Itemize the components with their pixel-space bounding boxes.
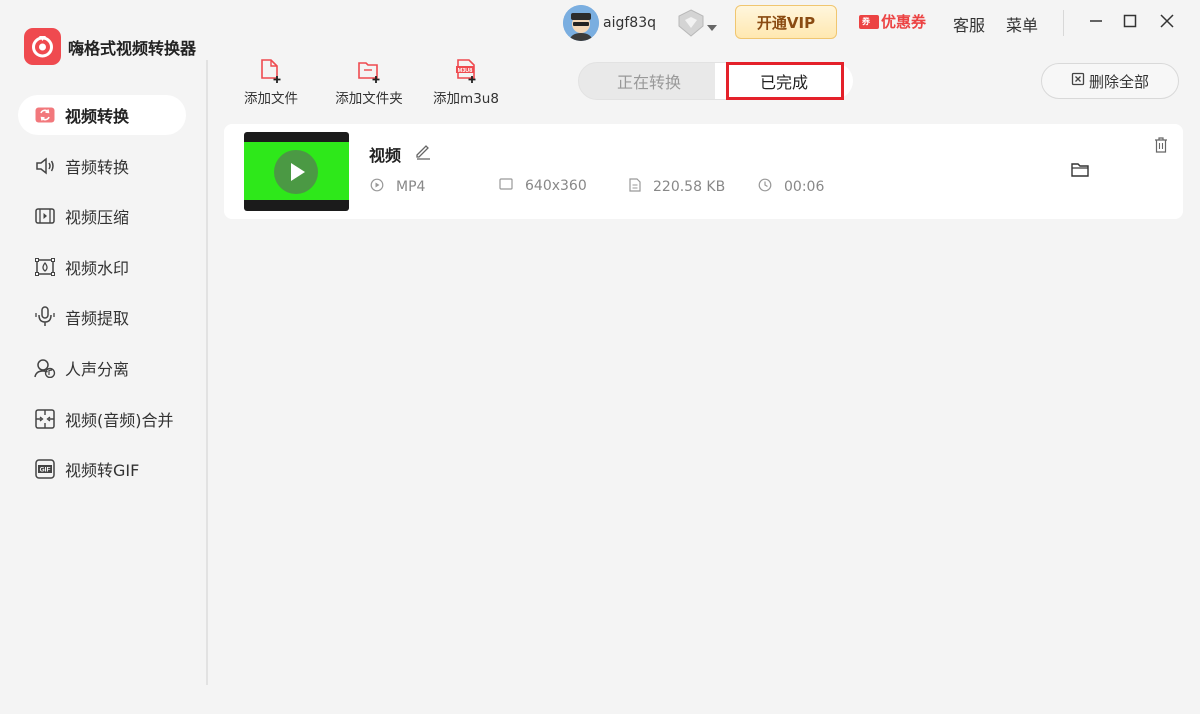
video-compress-icon <box>34 205 56 227</box>
file-size-icon <box>629 178 653 196</box>
add-folder-button[interactable]: 添加文件夹 <box>334 58 404 107</box>
sidebar-item-vocal-separation[interactable]: 人声分离 <box>18 348 186 388</box>
file-size: 220.58 KB <box>653 179 726 195</box>
resolution-icon <box>499 178 525 194</box>
add-file-icon <box>243 58 299 84</box>
delete-all-button[interactable]: 删除全部 <box>1041 63 1179 99</box>
coupon-badge-text: 券 <box>862 16 870 26</box>
open-folder-icon[interactable] <box>1071 162 1089 182</box>
add-m3u8-label: 添加m3u8 <box>433 91 499 107</box>
sidebar: 嗨格式视频转换器 视频转换 音频转换 视频压缩 视频水印 音频提取 人声分离 视… <box>0 0 207 714</box>
file-resolution: 640x360 <box>525 178 587 194</box>
app-logo-icon <box>24 28 61 65</box>
add-m3u8-button[interactable]: M3U8 添加m3u8 <box>432 58 500 107</box>
minimize-button[interactable] <box>1086 12 1106 32</box>
sidebar-divider <box>206 60 208 685</box>
app-window: 嗨格式视频转换器 视频转换 音频转换 视频压缩 视频水印 音频提取 人声分离 视… <box>0 0 1200 714</box>
add-m3u8-icon: M3U8 <box>432 58 500 84</box>
format-meta: MP4 <box>370 178 425 196</box>
sidebar-nav: 视频转换 音频转换 视频压缩 视频水印 音频提取 人声分离 视频(音频)合并 G… <box>18 95 186 500</box>
duration-meta: 00:06 <box>758 178 824 196</box>
sidebar-item-label: 视频转换 <box>65 107 130 126</box>
audio-convert-icon <box>34 155 56 177</box>
open-vip-button[interactable]: 开通VIP <box>735 5 837 39</box>
file-format: MP4 <box>396 179 426 195</box>
clock-icon <box>758 178 784 196</box>
merge-icon <box>34 408 56 430</box>
sidebar-item-label: 音频提取 <box>65 309 130 329</box>
sidebar-item-merge[interactable]: 视频(音频)合并 <box>18 399 186 439</box>
coupon-button[interactable]: 券 优惠券 <box>859 11 926 32</box>
username[interactable]: aigf83q <box>603 15 656 31</box>
format-icon <box>370 178 396 196</box>
sidebar-item-label: 音频转换 <box>65 157 130 177</box>
minimize-icon <box>1089 13 1103 32</box>
gif-icon: GIF <box>34 458 56 480</box>
customer-service-button[interactable]: 客服 <box>953 12 985 36</box>
resolution-meta: 640x360 <box>499 178 587 194</box>
sidebar-item-label: 人声分离 <box>65 359 130 379</box>
svg-text:GIF: GIF <box>40 467 51 474</box>
video-watermark-icon <box>34 256 56 278</box>
close-button[interactable] <box>1157 12 1177 32</box>
audio-extract-icon <box>34 306 56 328</box>
sidebar-item-gif[interactable]: GIF 视频转GIF <box>18 449 186 489</box>
selection-highlight <box>726 62 844 100</box>
sidebar-item-video-compress[interactable]: 视频压缩 <box>18 196 186 236</box>
coupon-label: 优惠券 <box>881 13 927 31</box>
sidebar-item-label: 视频压缩 <box>65 208 130 228</box>
file-list-item: 视频 MP4 640x360 220.58 KB 00:06 <box>224 124 1183 219</box>
sidebar-item-label: 视频(音频)合并 <box>65 410 174 430</box>
add-folder-label: 添加文件夹 <box>335 91 403 107</box>
vocal-separation-icon <box>34 357 56 379</box>
add-file-button[interactable]: 添加文件 <box>243 58 299 107</box>
maximize-button[interactable] <box>1120 12 1140 32</box>
membership-badge-icon <box>675 8 707 42</box>
app-title: 嗨格式视频转换器 <box>68 38 197 58</box>
sidebar-item-video-watermark[interactable]: 视频水印 <box>18 247 186 287</box>
sidebar-item-label: 视频水印 <box>65 258 130 278</box>
close-icon <box>1160 13 1174 32</box>
size-meta: 220.58 KB <box>629 178 725 196</box>
membership-dropdown[interactable] <box>675 8 717 42</box>
delete-all-icon <box>1071 72 1089 90</box>
sidebar-item-audio-extract[interactable]: 音频提取 <box>18 297 186 337</box>
chevron-down-icon <box>707 16 717 35</box>
delete-item-icon[interactable] <box>1154 137 1168 157</box>
avatar[interactable] <box>563 5 599 41</box>
add-folder-icon <box>334 58 404 84</box>
add-file-label: 添加文件 <box>244 91 298 107</box>
video-thumbnail[interactable] <box>244 132 349 211</box>
sidebar-item-label: 视频转GIF <box>65 461 140 481</box>
file-duration: 00:06 <box>784 179 825 195</box>
title-bar: aigf83q 开通VIP 券 优惠券 客服 菜单 <box>540 0 1200 46</box>
sidebar-item-audio-convert[interactable]: 音频转换 <box>18 146 186 186</box>
edit-name-icon[interactable] <box>414 142 432 164</box>
tab-converting[interactable]: 正在转换 <box>579 63 719 99</box>
delete-all-label: 删除全部 <box>1088 72 1149 91</box>
maximize-icon <box>1123 13 1137 32</box>
sidebar-item-video-convert[interactable]: 视频转换 <box>18 95 186 135</box>
brand: 嗨格式视频转换器 <box>24 28 196 65</box>
coupon-icon: 券 <box>859 14 879 29</box>
m3u8-badge-text: M3U8 <box>458 68 473 74</box>
play-icon[interactable] <box>274 150 318 194</box>
video-convert-icon <box>34 104 56 126</box>
menu-button[interactable]: 菜单 <box>1006 12 1038 36</box>
header-divider <box>1063 10 1064 36</box>
user-profile[interactable]: aigf83q <box>563 5 656 41</box>
file-name: 视频 <box>369 146 402 165</box>
